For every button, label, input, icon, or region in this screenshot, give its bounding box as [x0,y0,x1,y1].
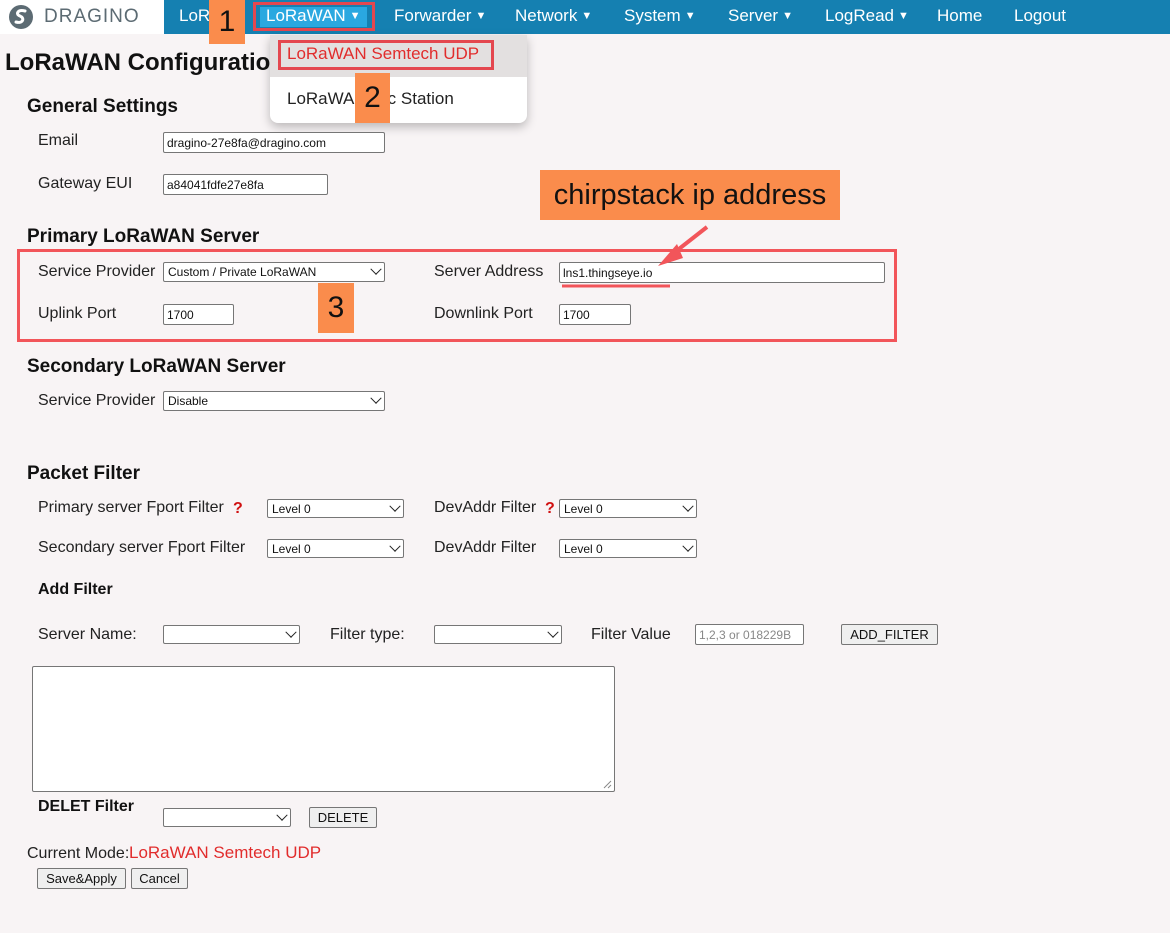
filter-value-placeholder: 1,2,3 or 018229B [699,627,792,642]
chevron-down-icon [285,626,297,638]
caret-down-icon: ▼ [898,10,909,22]
nav-item-home[interactable]: Home [937,0,982,34]
nav-item-forwarder[interactable]: Forwarder ▼ [394,0,486,34]
chevron-down-icon [682,540,694,552]
dragino-logo[interactable]: DRAGINO [0,0,164,34]
filter-value-label: Filter Value [591,626,671,643]
caret-down-icon: ▼ [782,10,793,22]
callout-badge-1: 1 [209,0,245,44]
caret-down-icon: ▼ [349,10,361,22]
nav-item-system[interactable]: System ▼ [624,0,696,34]
resize-handle-icon[interactable] [603,780,612,789]
add-filter-button[interactable]: ADD_FILTER [841,624,938,645]
callout-chirpstack-ip: chirpstack ip address [540,170,840,220]
primary-devaddr-label: DevAddr Filter [434,499,537,516]
nav-item-logout[interactable]: Logout [1014,0,1066,34]
uplink-port-label: Uplink Port [38,305,117,322]
uplink-port-field[interactable]: 1700 [163,304,234,325]
select-value: Level 0 [564,541,603,556]
chevron-down-icon [276,809,288,821]
server-address-label: Server Address [434,263,544,280]
secondary-devaddr-label: DevAddr Filter [434,539,537,556]
help-icon[interactable]: ? [545,500,555,518]
primary-devaddr-select[interactable]: Level 0 [559,499,697,518]
dragino-logo-icon [9,5,33,29]
callout-badge-2: 2 [355,73,390,123]
chevron-down-icon [370,263,382,275]
downlink-port-field[interactable]: 1700 [559,304,631,325]
select-value: Custom / Private LoRaWAN [168,265,317,279]
secondary-fport-label: Secondary server Fport Filter [38,539,246,556]
primary-server-heading: Primary LoRaWAN Server [27,226,260,247]
chevron-down-icon [547,626,559,638]
delete-filter-select[interactable] [163,808,291,827]
chevron-down-icon [389,500,401,512]
chevron-down-icon [370,392,382,404]
secondary-provider-select[interactable]: Disable [163,391,385,411]
email-label: Email [38,132,79,149]
dropdown-item-semtech-udp-label[interactable]: LoRaWAN Semtech UDP [287,44,479,64]
nav-item-label: LoRaWAN ▼ [266,6,361,25]
primary-provider-label: Service Provider [38,263,156,280]
primary-fport-label: Primary server Fport Filter [38,499,224,516]
nav-item-label: System [624,6,681,25]
nav-item-label: Server [728,6,779,25]
delete-button[interactable]: DELETE [309,807,377,828]
nav-item-label: Logout [1014,6,1066,25]
secondary-fport-select[interactable]: Level 0 [267,539,404,558]
select-value: Level 0 [272,501,311,516]
gateway-eui-field[interactable]: a84041fdfe27e8fa [163,174,328,195]
gateway-eui-label: Gateway EUI [38,175,133,192]
nav-item-label: LoR [179,6,211,25]
secondary-provider-label: Service Provider [38,392,156,409]
packet-filter-heading: Packet Filter [27,463,140,484]
nav-item-network[interactable]: Network ▼ [515,0,592,34]
chevron-down-icon [682,500,694,512]
current-mode-label: Current Mode: [27,845,130,862]
primary-provider-select[interactable]: Custom / Private LoRaWAN [163,262,385,282]
help-icon[interactable]: ? [233,500,243,518]
nav-item-logread[interactable]: LogRead ▼ [825,0,909,34]
server-name-select[interactable] [163,625,300,644]
select-value: Level 0 [564,501,603,516]
add-filter-heading: Add Filter [38,581,113,598]
filter-type-select[interactable] [434,625,562,644]
select-value: Disable [168,394,209,408]
caret-down-icon: ▼ [684,10,696,22]
nav-item-label: LogRead [825,6,895,25]
secondary-server-heading: Secondary LoRaWAN Server [27,356,286,377]
dropdown-item-label-part: LoRaWA [287,89,355,108]
nav-item-label: Home [937,6,983,25]
nav-item-lora[interactable]: LoR [179,0,210,34]
chevron-down-icon [389,540,401,552]
nav-item-lorawan[interactable]: LoRaWAN ▼ [253,2,375,31]
filter-list-textarea[interactable] [32,666,615,792]
delete-filter-heading: DELET Filter [38,798,135,815]
filter-type-label: Filter type: [330,626,405,643]
caret-down-icon: ▼ [475,10,487,22]
nav-item-label: Forwarder [394,6,472,25]
logo-text: DRAGINO [44,6,140,27]
select-value: Level 0 [272,541,311,556]
server-name-label: Server Name: [38,626,137,643]
primary-fport-select[interactable]: Level 0 [267,499,404,518]
page-title: LoRaWAN Configuratio [5,49,271,76]
current-mode-value: LoRaWAN Semtech UDP [129,843,322,862]
downlink-port-label: Downlink Port [434,305,533,322]
arrow-annotation-icon [562,225,709,288]
secondary-devaddr-select[interactable]: Level 0 [559,539,697,558]
general-settings-heading: General Settings [27,96,178,117]
nav-item-server[interactable]: Server ▼ [728,0,793,34]
nav-item-label: Network [515,6,578,25]
filter-value-input[interactable]: 1,2,3 or 018229B [695,624,804,645]
cancel-button[interactable]: Cancel [131,868,188,889]
save-apply-button[interactable]: Save&Apply [37,868,126,889]
email-field[interactable]: dragino-27e8fa@dragino.com [163,132,385,153]
caret-down-icon: ▼ [581,10,593,22]
